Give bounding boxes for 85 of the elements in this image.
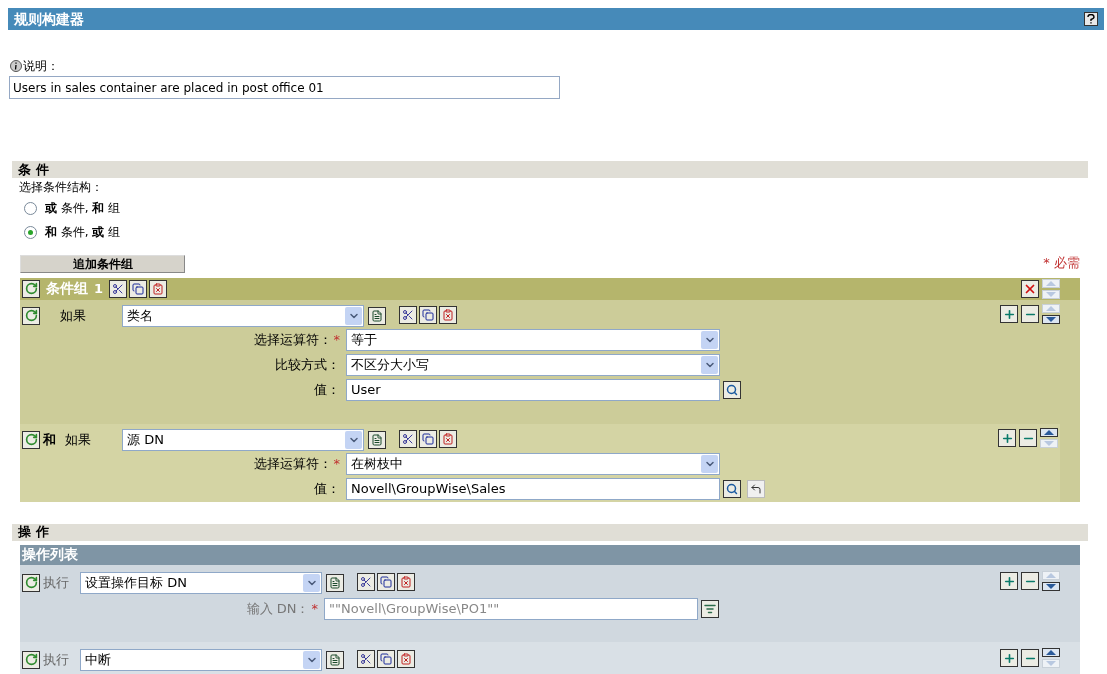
scissors-icon[interactable] [399, 305, 417, 324]
section-title: 条 件 [18, 160, 49, 179]
execute-label: 执行 [42, 573, 70, 592]
delete-clipboard-icon[interactable] [149, 279, 168, 298]
copy-icon[interactable] [129, 279, 148, 298]
description-field[interactable]: Users in sales container are placed in post office 01 [9, 76, 560, 99]
remove-icon[interactable] [1019, 429, 1037, 447]
field-label: 值： [314, 480, 340, 499]
required-note: * 必需 [1043, 254, 1080, 272]
delete-clipboard-icon[interactable] [439, 429, 457, 448]
move-arrows[interactable] [1040, 428, 1058, 448]
if-label: 如果 [65, 430, 91, 449]
search-icon[interactable] [723, 480, 741, 498]
field-label: 值： [314, 381, 340, 400]
copy-icon[interactable] [419, 429, 437, 448]
radio-option[interactable]: 或 条件, 和 组 [24, 199, 121, 217]
remove-icon[interactable] [1021, 305, 1039, 323]
refresh-icon[interactable] [22, 430, 40, 449]
group-number: 1 [94, 279, 104, 298]
if-label: 如果 [60, 306, 86, 325]
chevron-down-icon[interactable] [303, 650, 320, 669]
delete-clipboard-icon[interactable] [439, 305, 457, 324]
move-arrows[interactable] [1042, 304, 1060, 324]
dropdown[interactable]: 在树枝中 [346, 453, 720, 475]
radio-option[interactable]: 和 条件, 或 组 [24, 223, 121, 241]
info-icon [10, 60, 22, 72]
delete-clipboard-icon[interactable] [397, 649, 415, 668]
scissors-icon[interactable] [357, 572, 375, 591]
dropdown[interactable]: 不区分大小写 [346, 354, 720, 376]
document-icon[interactable] [368, 430, 386, 449]
text-field[interactable]: ""Novell\GroupWise\PO1"" [324, 598, 698, 620]
add-icon[interactable] [1000, 305, 1018, 323]
field-label: 选择运算符： [253, 331, 332, 350]
refresh-icon[interactable] [22, 650, 40, 669]
connector-label: 和 [43, 430, 56, 449]
remove-icon[interactable] [1021, 649, 1039, 667]
field-label: 比较方式： [275, 356, 340, 375]
execute-label: 执行 [42, 650, 70, 669]
dropdown[interactable]: 设置操作目标 DN [80, 571, 322, 594]
text-field[interactable]: Novell\GroupWise\Sales [346, 478, 720, 500]
field-label: 输入 DN： [246, 600, 310, 619]
scissors-icon[interactable] [109, 279, 128, 298]
document-icon[interactable] [326, 650, 344, 669]
field-label: 选择运算符： [253, 455, 332, 474]
move-arrows[interactable] [1042, 648, 1060, 668]
help-icon[interactable] [1084, 12, 1098, 26]
add-icon[interactable] [1000, 572, 1018, 590]
text-field[interactable]: User [346, 379, 720, 401]
document-icon[interactable] [326, 573, 344, 592]
chevron-down-icon[interactable] [701, 356, 718, 374]
refresh-icon[interactable] [22, 279, 40, 298]
scissors-icon[interactable] [357, 649, 375, 668]
dropdown[interactable]: 源 DN [122, 428, 364, 451]
chevron-down-icon[interactable] [701, 455, 718, 473]
refresh-icon[interactable] [22, 306, 40, 325]
dropdown[interactable]: 等于 [346, 329, 720, 351]
refresh-icon[interactable] [22, 573, 40, 592]
move-arrows[interactable] [1042, 571, 1060, 591]
chevron-down-icon[interactable] [345, 306, 362, 325]
chevron-down-icon[interactable] [303, 573, 320, 592]
add-icon[interactable] [998, 429, 1016, 447]
delete-clipboard-icon[interactable] [397, 572, 415, 591]
dropdown[interactable]: 类名 [122, 304, 364, 327]
action-list-title: 操作列表 [22, 545, 78, 564]
group-title: 条件组 [46, 279, 88, 298]
section-title: 操 作 [18, 523, 49, 542]
scissors-icon[interactable] [399, 429, 417, 448]
required-asterisk: * [333, 331, 340, 350]
required-asterisk: * [333, 455, 340, 474]
copy-icon[interactable] [377, 572, 395, 591]
add-condition-group-button[interactable]: 追加条件组 [20, 254, 185, 273]
window-title: 规则构建器 [14, 9, 84, 29]
chevron-down-icon[interactable] [701, 331, 718, 349]
copy-icon[interactable] [419, 305, 437, 324]
dropdown[interactable]: 中断 [80, 648, 322, 671]
remove-icon[interactable] [1021, 572, 1039, 590]
structure-label: 选择条件结构： [19, 179, 103, 196]
chevron-down-icon[interactable] [345, 430, 362, 449]
add-icon[interactable] [1000, 649, 1018, 667]
document-icon[interactable] [368, 306, 386, 325]
close-icon[interactable] [1021, 279, 1039, 298]
copy-icon[interactable] [377, 649, 395, 668]
search-icon[interactable] [723, 381, 741, 399]
description-label: 说明： [23, 58, 59, 75]
required-asterisk: * [311, 600, 318, 619]
